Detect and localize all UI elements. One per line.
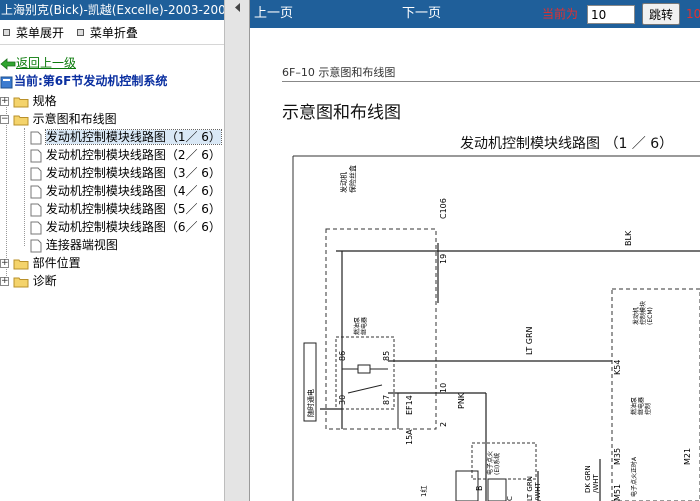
signal-label: 电子点火正时A bbox=[630, 456, 638, 497]
pin-label: 19 bbox=[439, 254, 448, 264]
document-page: 6F–10 示意图和布线图 示意图和布线图 发动机控制模块线路图 （1 ／ 6）… bbox=[250, 28, 700, 501]
wire-label: PNK bbox=[457, 392, 466, 409]
document-icon bbox=[30, 167, 42, 180]
pin-label: 87 bbox=[382, 395, 391, 405]
wiring-diagram: 发动机保险丝盒 C106 19 BLK 燃油泵继电器 86 85 30 87 bbox=[292, 155, 700, 501]
prev-page-button[interactable]: 上一页 bbox=[254, 0, 293, 28]
fuse-label: EF14 bbox=[405, 395, 414, 415]
collapse-menu-button[interactable]: 菜单折叠 bbox=[74, 23, 138, 43]
page-title: 示意图和布线图 bbox=[282, 103, 401, 123]
divider bbox=[0, 44, 224, 45]
expand-toggle-icon[interactable]: + bbox=[0, 277, 9, 286]
document-icon bbox=[30, 149, 42, 162]
content-pane: 上一页 下一页 当前为 跳转 10 6F–10 示意图和布线图 示意图和布线图 … bbox=[250, 0, 700, 501]
pin-label: 10 bbox=[439, 383, 448, 393]
page-toolbar: 上一页 下一页 当前为 跳转 10 bbox=[250, 0, 700, 28]
diagram-title: 发动机控制模块线路图 （1 ／ 6） bbox=[460, 136, 674, 152]
tree-leaf[interactable]: 发动机控制模块线路图（5／ 6） bbox=[30, 200, 221, 218]
fuse-box-label: 发动机保险丝盒 bbox=[339, 165, 357, 193]
tree-leaf[interactable]: 发动机控制模块线路图（2／ 6） bbox=[30, 146, 221, 164]
wire-label: LT GRN/WHT bbox=[526, 476, 542, 501]
wire-label: DK GRN/WHT bbox=[584, 465, 600, 493]
folder-icon bbox=[13, 259, 29, 269]
connector-label: C106 bbox=[439, 198, 448, 219]
collapse-icon bbox=[76, 29, 84, 36]
back-arrow-icon bbox=[0, 57, 16, 70]
total-pages: 10 bbox=[686, 7, 700, 21]
relay-label: 燃油泵继电器 bbox=[353, 317, 368, 335]
ecm-label: 发动机控制模块(ECM) bbox=[632, 301, 654, 325]
expand-toggle-icon[interactable]: + bbox=[0, 97, 9, 106]
header-rule bbox=[282, 81, 700, 82]
pin-label: C bbox=[506, 496, 514, 501]
relay-control-label: 燃油泵继电器控制 bbox=[630, 397, 652, 415]
ignition-label: 电子点火(EI)系统 bbox=[486, 451, 501, 475]
next-page-button[interactable]: 下一页 bbox=[402, 0, 441, 28]
navigation-pane: 上海别克(Bick)-凯越(Excelle)-2003-2006 菜单展开 菜单… bbox=[0, 0, 224, 501]
document-icon bbox=[30, 131, 42, 144]
tree-node-specs[interactable]: + 规格 bbox=[0, 92, 57, 110]
tree-node-diagnosis[interactable]: + 诊断 bbox=[0, 272, 57, 290]
tree-node-component-locations[interactable]: + 部件位置 bbox=[0, 254, 81, 272]
pane-splitter[interactable] bbox=[224, 0, 250, 501]
power-label: 随时通电 bbox=[306, 389, 315, 417]
pin-label: K54 bbox=[613, 360, 622, 375]
collapse-toggle-icon[interactable]: − bbox=[0, 115, 9, 124]
folder-icon bbox=[13, 277, 29, 287]
document-icon bbox=[30, 185, 42, 198]
manual-title: 上海别克(Bick)-凯越(Excelle)-2003-2006 bbox=[0, 0, 224, 20]
expand-icon bbox=[3, 29, 10, 36]
pin-label: 85 bbox=[382, 351, 391, 361]
fuse-rating: 15A bbox=[405, 429, 414, 445]
tree-node-schematics[interactable]: − 示意图和布线图 bbox=[0, 110, 117, 128]
tree-leaf[interactable]: 发动机控制模块线路图（4／ 6） bbox=[30, 182, 221, 200]
expand-menu-button[interactable]: 菜单展开 bbox=[0, 23, 64, 43]
jump-button[interactable]: 跳转 bbox=[642, 3, 680, 25]
document-icon bbox=[30, 239, 42, 252]
section-header: 6F–10 示意图和布线图 bbox=[282, 66, 396, 79]
pin-label: M35 bbox=[613, 448, 622, 465]
document-icon bbox=[30, 203, 42, 216]
menu-toolbar: 菜单展开 菜单折叠 bbox=[0, 22, 224, 42]
current-page-label: 当前为 bbox=[542, 7, 579, 21]
collapse-left-icon[interactable] bbox=[233, 2, 242, 13]
tree-leaf[interactable]: 发动机控制模块线路图（6／ 6） bbox=[30, 218, 221, 236]
pin-label: 2 bbox=[439, 422, 448, 427]
tree-leaf[interactable]: 连接器端视图 bbox=[30, 236, 118, 254]
back-link[interactable]: 返回上一级 bbox=[0, 54, 76, 72]
current-section: 当前:第6F节发动机控制系统 bbox=[0, 72, 167, 90]
tree-leaf[interactable]: 发动机控制模块线路图（3／ 6） bbox=[30, 164, 221, 182]
folder-icon bbox=[13, 97, 29, 107]
wire-label: BLK bbox=[624, 230, 633, 246]
wire-label: LT GRN bbox=[525, 326, 534, 355]
book-icon bbox=[0, 76, 13, 88]
tree-leaf[interactable]: 发动机控制模块线路图（1／ 6） bbox=[30, 128, 222, 146]
open-folder-icon bbox=[13, 115, 29, 125]
pin-label: M21 bbox=[683, 448, 692, 465]
app-window: 上海别克(Bick)-凯越(Excelle)-2003-2006 菜单展开 菜单… bbox=[0, 0, 700, 501]
pin-label: B bbox=[475, 486, 484, 492]
misc-label: 1红 bbox=[419, 486, 428, 497]
pin-label: M51 bbox=[613, 484, 622, 501]
document-icon bbox=[30, 221, 42, 234]
page-number-input[interactable] bbox=[587, 5, 635, 24]
expand-toggle-icon[interactable]: + bbox=[0, 259, 9, 268]
